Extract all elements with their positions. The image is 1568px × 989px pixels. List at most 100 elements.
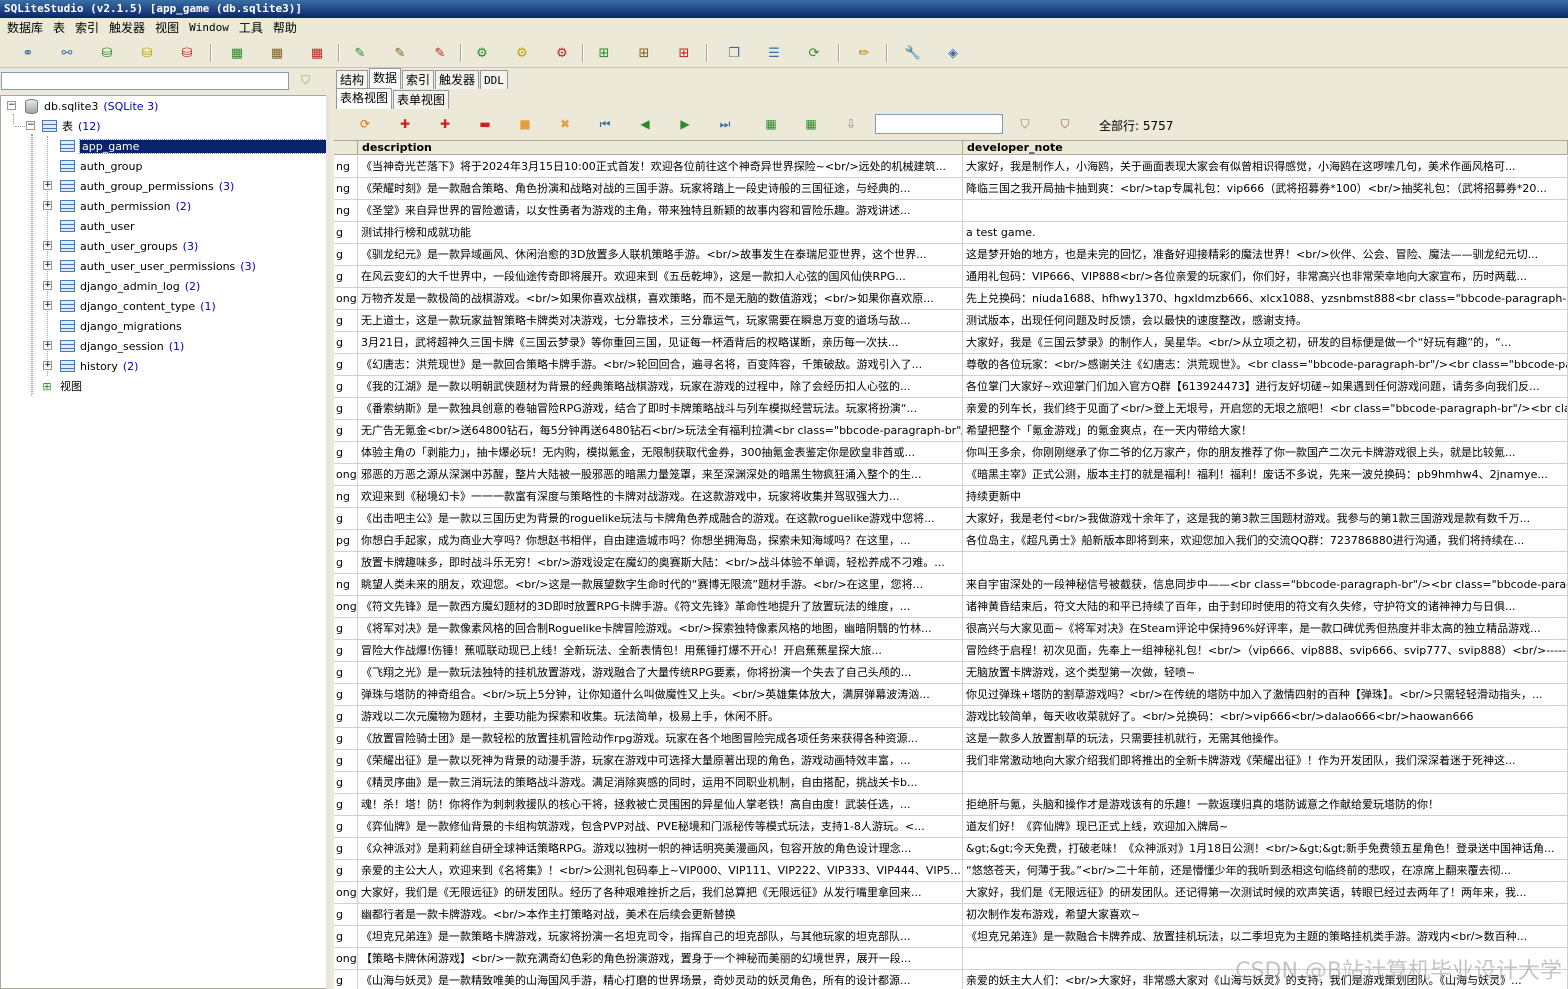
cell-description[interactable]: 万物齐发是一款极简的战棋游戏。<br/>如果你喜欢战棋，喜欢策略，而不是无脑的数… (358, 288, 963, 310)
tree-db-node[interactable]: db.sqlite3 (SQLite 3) (23, 96, 158, 116)
data-filter-input[interactable] (875, 114, 1003, 134)
cell-description[interactable]: 《山海与妖灵》是一款精致唯美的山海国风手游，精心打磨的世界场景，奇妙灵动的妖灵角… (358, 970, 963, 989)
cell-developer-note[interactable]: 大家好，我们是《无限远征》的研发团队。还记得第一次测试时候的欢声笑语，转眼已经过… (963, 882, 1568, 904)
cell-developer-note[interactable]: 希望把整个「氪金游戏」的氪金爽点，在一天内带给大家！ (963, 420, 1568, 442)
cell-description[interactable]: 亲爱的主公大人，欢迎来到《名将集》！<br/>公测礼包码奉上~VIP000、VI… (358, 860, 963, 882)
expand-toggle[interactable]: + (43, 301, 52, 310)
menu-tools[interactable]: 工具 (234, 18, 268, 38)
new-index-icon[interactable]: ✎ (350, 43, 370, 63)
cell-developer-note[interactable]: 来自宇宙深处的一段神秘信号被截获，信息同步中——<br class="bbcod… (963, 574, 1568, 596)
refresh-icon[interactable]: ⟳ (804, 43, 824, 63)
menu-index[interactable]: 索引 (70, 18, 104, 38)
cell-partial[interactable]: g (334, 706, 358, 728)
delete-row-icon[interactable]: ▬ (476, 115, 494, 133)
new-view-icon[interactable]: ⊞ (594, 43, 614, 63)
cell-developer-note[interactable] (963, 772, 1568, 794)
cell-partial[interactable]: ng (334, 200, 358, 222)
cell-description[interactable]: 邪恶的万恶之源从深渊中苏醒，整片大陆被一股邪恶的暗黑力量笼罩，来至深渊深处的暗黑… (358, 464, 963, 486)
table-row[interactable]: g 放置卡牌趣味多，即时战斗乐无穷！<br/>游戏设定在魔幻的奥赛斯大陆：<br/… (334, 552, 1568, 574)
cell-description[interactable]: 魂！杀！塔！防！你将作为刺刺救援队的核心干将，拯救被亡灵围困的异星仙人掌老铁！高… (358, 794, 963, 816)
table-row[interactable]: g 《放置冒险骑士团》是一款轻松的放置挂机冒险动作rpg游戏。玩家在各个地图冒险完… (334, 728, 1568, 750)
menu-table[interactable]: 表 (48, 18, 70, 38)
tree-table-auth-group-permissions[interactable]: auth_group_permissions (3) (59, 176, 234, 196)
cell-partial[interactable]: g (334, 310, 358, 332)
table-row[interactable]: g 无上道士，这是一款玩家益智策略卡牌类对决游戏，七分靠技术，三分靠运气，玩家需要… (334, 310, 1568, 332)
table-row[interactable]: g 《幻唐志：洪荒现世》是一款回合策略卡牌手游。<br/>轮回回合，遍寻名将，百变… (334, 354, 1568, 376)
edit-db-icon[interactable]: ⛁ (137, 43, 157, 63)
tree-table-django-content-type[interactable]: django_content_type (1) (59, 296, 216, 316)
cell-partial[interactable]: g (334, 442, 358, 464)
tab-triggers[interactable]: 触发器 (435, 70, 480, 89)
cell-partial[interactable]: g (334, 244, 358, 266)
cell-partial[interactable]: ong (334, 882, 358, 904)
cell-description[interactable]: 体验主角の「剥能力」，抽卡爆必玩！无内购，模拟氪金，无限制获取代金券，300抽氪… (358, 442, 963, 464)
expand-tables-toggle[interactable]: − (26, 121, 35, 130)
cell-description[interactable]: 《坦克兄弟连》是一款策略卡牌游戏，玩家将扮演一名坦克司令，指挥自己的坦克部队，与… (358, 926, 963, 948)
cell-description[interactable]: 《幻唐志：洪荒现世》是一款回合策略卡牌手游。<br/>轮回回合，遍寻名将，百变阵… (358, 354, 963, 376)
tree-table-django-admin-log[interactable]: django_admin_log (2) (59, 276, 200, 296)
cell-partial[interactable]: ng (334, 486, 358, 508)
cell-developer-note[interactable]: 大家好，我是制作人，小海鸥，关于画面表现大家会有似曾相识得感觉，小海鸥在这啰嗦几… (963, 156, 1568, 178)
expand-db-toggle[interactable]: − (7, 101, 16, 110)
table-row[interactable]: pg 你想白手起家，成为商业大亨吗？你想赵书相伴，自由建造城市吗？你想坐拥海岛，探… (334, 530, 1568, 552)
cell-description[interactable]: 【策略卡牌休闲游戏】<br/>一款充满奇幻色彩的角色扮演游戏，置身于一个神秘而美… (358, 948, 963, 970)
cell-partial[interactable]: ng (334, 178, 358, 200)
table-row[interactable]: g 《飞翔之光》是一款玩法独特的挂机放置游戏，游戏融合了大量传统RPG要素，你将扮… (334, 662, 1568, 684)
apply-filter-icon[interactable]: ⛉ (1016, 115, 1034, 133)
cell-partial[interactable]: pg (334, 530, 358, 552)
table-row[interactable]: ng 《圣堂》来自异世界的冒险邀请，以女性勇者为游戏的主角，带来独特且新颖的故事内… (334, 200, 1568, 222)
header-description[interactable]: description (358, 141, 963, 155)
insert-row-icon[interactable]: ✚ (396, 115, 414, 133)
cell-partial[interactable]: g (334, 376, 358, 398)
cell-description[interactable]: 欢迎来到《秘境幻卡》一一一款富有深度与策略性的卡牌对战游戏。在这款游戏中，玩家将… (358, 486, 963, 508)
expand-toggle[interactable]: + (43, 241, 52, 250)
tab-structure[interactable]: 结构 (336, 70, 369, 89)
tree-table-app-game[interactable]: app_game (59, 136, 327, 156)
cell-description[interactable]: 冒险大作战爆!伤锤！蕉呱联动现已上线！全新玩法、全新表情包！用蕉锤打爆不开心！开… (358, 640, 963, 662)
cell-description[interactable]: 《圣堂》来自异世界的冒险邀请，以女性勇者为游戏的主角，带来独特且新颖的故事内容和… (358, 200, 963, 222)
next-page-icon[interactable]: ▶ (676, 115, 694, 133)
cell-description[interactable]: 《当神奇光芒落下》将于2024年3月15日10:00正式首发！欢迎各位前往这个神… (358, 156, 963, 178)
cell-partial[interactable]: g (334, 662, 358, 684)
sql-editor-icon[interactable]: ✏ (854, 43, 874, 63)
tree-table-auth-user-groups[interactable]: auth_user_groups (3) (59, 236, 198, 256)
cell-partial[interactable]: g (334, 904, 358, 926)
cell-developer-note[interactable]: 通用礼包码：VIP666、VIP888<br/>各位亲爱的玩家们，你们好，非常高… (963, 266, 1568, 288)
table-row[interactable]: g 冒险大作战爆!伤锤！蕉呱联动现已上线！全新玩法、全新表情包！用蕉锤打爆不开心！… (334, 640, 1568, 662)
cell-developer-note[interactable]: 你叫王多余，你刚刚继承了你二爷的亿万家产，你的朋友推荐了你一款国产二次元卡牌游戏… (963, 442, 1568, 464)
table-row[interactable]: ong 《符文先锋》是一款西方魔幻题材的3D即时放置RPG卡牌手游。《符文先锋》革… (334, 596, 1568, 618)
connect-db-icon[interactable]: ⚭ (18, 43, 38, 63)
table-row[interactable]: g 《将军对决》是一款像素风格的回合制Roguelike卡牌冒险游戏。<br/>探… (334, 618, 1568, 640)
cell-description[interactable]: 《番索纳斯》是一款独具创意的卷轴冒险RPG游戏，结合了即时卡牌策略战斗与列车模拟… (358, 398, 963, 420)
header-developer-note[interactable]: developer_note (963, 141, 1568, 155)
cell-partial[interactable]: g (334, 420, 358, 442)
cascade-windows-icon[interactable]: ❐ (724, 43, 744, 63)
cell-partial[interactable]: g (334, 332, 358, 354)
cell-partial[interactable]: ng (334, 574, 358, 596)
cell-description[interactable]: 测试排行榜和成就功能 (358, 222, 963, 244)
menu-trigger[interactable]: 触发器 (104, 18, 150, 38)
grid-options-icon[interactable]: ▦ (762, 115, 780, 133)
cell-description[interactable]: 游戏以二次元魔物为题材，主要功能为探索和收集。玩法简单，极易上手，休闲不肝。 (358, 706, 963, 728)
table-row[interactable]: g 《坦克兄弟连》是一款策略卡牌游戏，玩家将扮演一名坦克司令，指挥自己的坦克部队，… (334, 926, 1568, 948)
cell-partial[interactable]: g (334, 684, 358, 706)
export-icon[interactable]: ⇩ (842, 115, 860, 133)
tile-windows-icon[interactable]: ☰ (764, 43, 784, 63)
tab-indexes[interactable]: 索引 (402, 70, 435, 89)
cell-description[interactable]: 无广告无氪金<br/>送64800钻石，每5分钟再送6480钻石<br/>玩法全… (358, 420, 963, 442)
new-table-icon[interactable]: ▦ (227, 43, 247, 63)
table-row[interactable]: ong 邪恶的万恶之源从深渊中苏醒，整片大陆被一股邪恶的暗黑力量笼罩，来至深渊深处… (334, 464, 1568, 486)
expand-toggle[interactable]: + (43, 281, 52, 290)
cell-developer-note[interactable]: 冒险终于启程！初次见面，先奉上一组神秘礼包！<br/>（vip666、vip88… (963, 640, 1568, 662)
table-row[interactable]: g 弹珠与塔防的神奇组合。<br/>玩上5分钟，让你知道什么叫做魔性又上头。<br… (334, 684, 1568, 706)
tab-data[interactable]: 数据 (369, 68, 402, 89)
table-row[interactable]: g 《弈仙牌》是一款修仙背景的卡组构筑游戏，包含PVP对战、PVE秘境和门派秘传等… (334, 816, 1568, 838)
tree-table-history[interactable]: history (2) (59, 356, 138, 376)
cell-developer-note[interactable]: “悠悠苍天，何薄于我。”<br/>二十年前，还是懵懂少年的我听到丞相这句临终前的… (963, 860, 1568, 882)
cell-developer-note[interactable]: 道友们好！《弈仙牌》现已正式上线，欢迎加入牌局~ (963, 816, 1568, 838)
tree-table-auth-group[interactable]: auth_group (59, 156, 142, 176)
cell-description[interactable]: 《将军对决》是一款像素风格的回合制Roguelike卡牌冒险游戏。<br/>探索… (358, 618, 963, 640)
cell-description[interactable]: 《飞翔之光》是一款玩法独特的挂机放置游戏，游戏融合了大量传统RPG要素，你将扮演… (358, 662, 963, 684)
cell-developer-note[interactable]: 大家好，我是老付<br/>我做游戏十余年了，这是我的第3款三国题材游戏。我参与的… (963, 508, 1568, 530)
cell-partial[interactable]: g (334, 618, 358, 640)
